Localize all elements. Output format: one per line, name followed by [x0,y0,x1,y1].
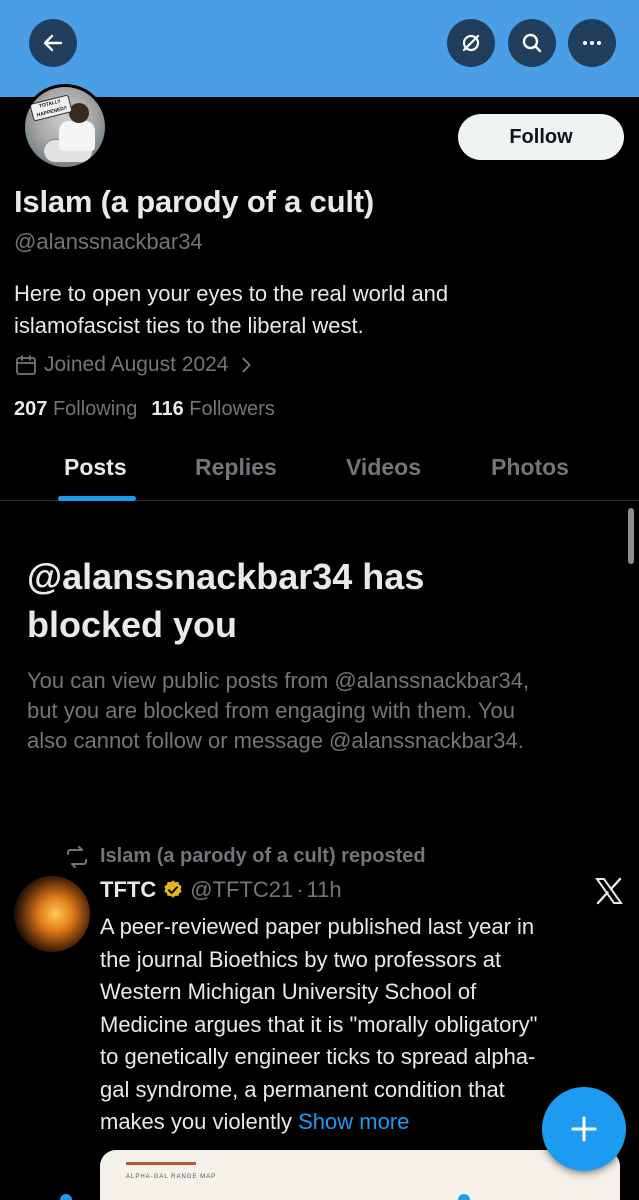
search-icon [522,33,542,53]
tweet-line: gal syndrome, a permanent condition that [100,1076,505,1102]
following-stat[interactable]: 207 Following [14,398,137,421]
tweet-line: makes you violently [100,1109,299,1134]
bio-line: Here to open your eyes to the real world… [14,281,449,306]
blocked-title-line: blocked you [27,604,238,645]
tab-photos[interactable]: Photos [491,454,569,481]
hide-button[interactable] [447,19,495,67]
x-logo-icon [595,877,623,905]
calendar-icon [16,355,36,375]
tab-posts[interactable]: Posts [64,454,127,481]
tweet-line: Medicine argues that it is "morally obli… [100,1011,538,1037]
tweet-time[interactable]: 11h [307,877,342,903]
active-tab-indicator [58,496,136,501]
followers-stat[interactable]: 116 Followers [151,398,274,421]
arrow-left-icon [43,34,63,52]
tweet-line: Western Michigan University School of [100,979,477,1004]
tweet-author-handle[interactable]: @TFTC21 [190,877,293,903]
profile-display-name: Islam (a parody of a cult) [14,184,374,219]
tweet-author-name[interactable]: TFTC [100,877,156,903]
profile-tabs: Posts Replies Videos Photos [0,440,639,501]
bio-line: islamofascist ties to the liberal west. [14,313,364,338]
search-button[interactable] [508,19,556,67]
chevron-right-icon [241,357,251,373]
bottom-nav-indicator [60,1194,72,1200]
followers-count: 116 [151,398,184,420]
tweet-line: A peer-reviewed paper published last yea… [100,914,535,939]
plus-icon [571,1116,597,1142]
following-count: 207 [14,398,48,420]
compose-button[interactable] [542,1087,626,1171]
tweet-separator: · [296,877,304,902]
blocked-title: @alanssnackbar34 has blocked you [27,553,617,649]
blocked-desc-line: but you are blocked from engaging with t… [27,698,515,723]
tweet-line: to genetically engineer ticks to spread … [100,1044,536,1069]
repost-icon [67,845,87,868]
profile-avatar[interactable]: TOTALLY HAPPENED!! [22,84,108,170]
tweet-media[interactable]: ALPHA-GAL RANGE MAP [100,1150,620,1200]
follow-button[interactable]: Follow [458,114,624,160]
bottom-nav-indicator [458,1194,470,1200]
tweet-author-avatar[interactable] [14,876,90,952]
joined-label: Joined August 2024 [44,353,229,376]
profile-bio: Here to open your eyes to the real world… [14,278,614,342]
blocked-desc-line: also cannot follow or message @alanssnac… [27,728,524,753]
blocked-description: You can view public posts from @alanssna… [27,666,617,756]
tweet-header: TFTC @TFTC21 · 11h [100,877,342,903]
joined-date[interactable]: Joined August 2024 [14,353,257,377]
verified-badge-icon [164,880,182,898]
tweet-body[interactable]: A peer-reviewed paper published last yea… [100,911,620,1139]
blocked-title-line: @alanssnackbar34 has [27,556,425,597]
avatar-figure-body [59,121,95,151]
blocked-desc-line: You can view public posts from @alanssna… [27,668,530,693]
avatar-figure-head [69,103,89,123]
avatar-stamp: TOTALLY HAPPENED!! [29,94,73,122]
media-accent-bar [126,1162,196,1165]
follow-stats: 207 Following 116 Followers [14,398,275,421]
repost-label: Islam (a parody of a cult) reposted [100,845,426,867]
tweet-line: the journal Bioethics by two professors … [100,946,502,972]
followers-label: Followers [189,398,275,420]
tab-videos[interactable]: Videos [346,454,421,481]
scrollbar[interactable] [628,508,634,564]
show-more-link[interactable]: Show more [298,1109,409,1134]
back-button[interactable] [29,19,77,67]
hide-icon [462,34,480,52]
following-label: Following [52,398,138,420]
more-icon [583,41,601,45]
repost-indicator[interactable]: Islam (a parody of a cult) reposted [64,845,426,868]
profile-handle: @alanssnackbar34 [14,229,203,254]
tab-replies[interactable]: Replies [195,454,277,481]
more-button[interactable] [568,19,616,67]
media-label: ALPHA-GAL RANGE MAP [126,1174,217,1180]
